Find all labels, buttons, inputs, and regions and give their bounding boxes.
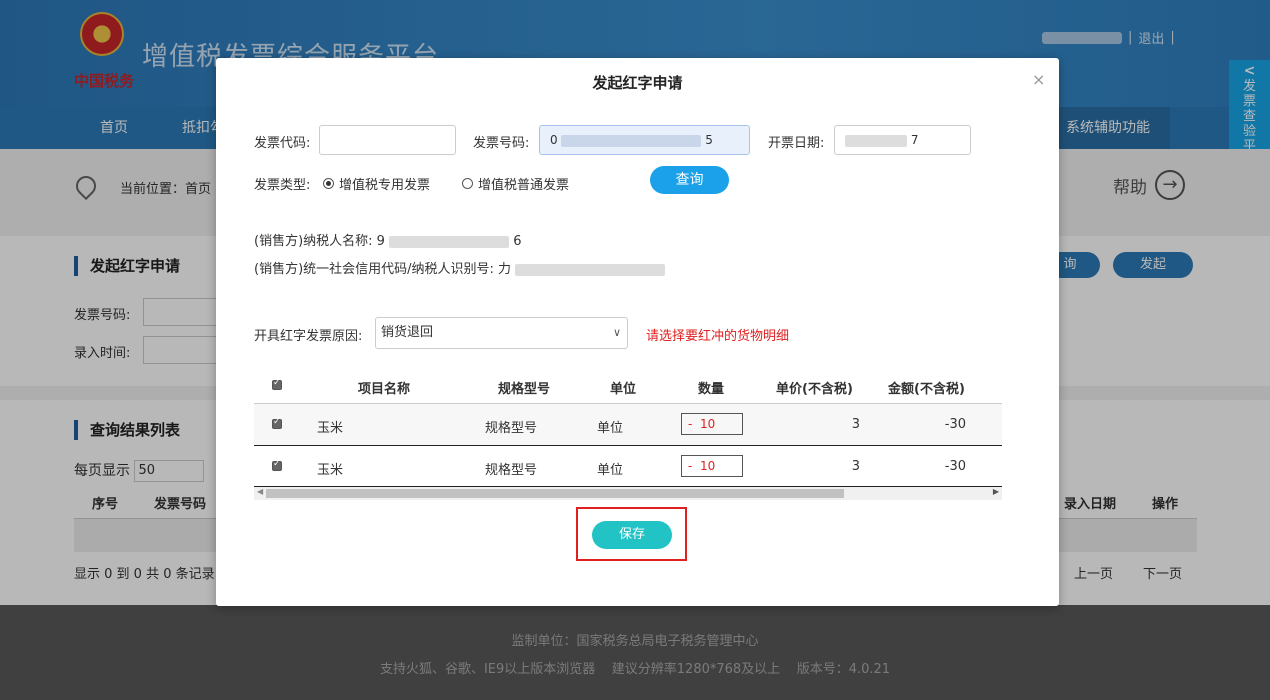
quantity-input[interactable]: - 10 xyxy=(681,455,743,477)
col-spec: 规格型号 xyxy=(498,382,551,397)
horizontal-scrollbar[interactable]: ◀ ▶ xyxy=(254,487,1002,500)
close-icon[interactable]: × xyxy=(1032,70,1045,89)
invoice-type-label: 发票类型: xyxy=(254,178,311,193)
select-goods-hint: 请选择要红冲的货物明细 xyxy=(646,329,790,344)
col-item-name: 项目名称 xyxy=(358,382,411,397)
seller-name-head: 9 xyxy=(376,234,385,249)
invoice-date-label: 开票日期: xyxy=(768,136,825,151)
col-unit: 单位 xyxy=(610,382,637,397)
scroll-right-icon[interactable]: ▶ xyxy=(993,487,999,496)
query-button[interactable]: 查询 xyxy=(650,166,729,194)
save-button[interactable]: 保存 xyxy=(592,521,672,549)
cell-amount: -30 xyxy=(944,459,966,474)
radio-special-invoice[interactable]: 增值税专用发票 xyxy=(323,174,430,193)
invoice-no-label: 发票号码: xyxy=(473,136,530,151)
dialog-title: 发起红字申请 xyxy=(592,74,683,92)
reason-label: 开具红字发票原因: xyxy=(254,329,363,344)
invoice-no-input[interactable]: 0 5 xyxy=(539,125,750,155)
invoice-code-label: 发票代码: xyxy=(254,136,311,151)
radio-label: 增值税专用发票 xyxy=(339,178,431,193)
seller-name: (销售方)纳税人名称: 9 6 xyxy=(254,230,522,249)
seller-tax-id: (销售方)统一社会信用代码/纳税人识别号: 力 xyxy=(254,258,666,277)
cell-unit-price: 3 xyxy=(851,459,860,474)
table-row: 玉米 规格型号 单位 - 10 3 -30 xyxy=(254,445,1002,487)
radio-unchecked-icon xyxy=(462,178,473,189)
select-all-checkbox[interactable] xyxy=(272,378,282,390)
table-row: 玉米 规格型号 单位 - 10 3 -30 xyxy=(254,403,1002,445)
cell-amount: -30 xyxy=(944,417,966,432)
col-qty: 数量 xyxy=(698,382,725,397)
reason-select[interactable]: 销货退回 ∨ xyxy=(375,317,628,349)
goods-table: 项目名称 规格型号 单位 数量 单价(不含税) 金额(不含税) 玉米 规格型号 … xyxy=(254,369,1002,501)
cell-unit: 单位 xyxy=(597,421,624,436)
invoice-no-tail: 5 xyxy=(705,133,713,147)
radio-normal-invoice[interactable]: 增值税普通发票 xyxy=(462,174,569,193)
scrollbar-thumb[interactable] xyxy=(266,489,844,498)
radio-label: 增值税普通发票 xyxy=(478,178,570,193)
cell-item-name: 玉米 xyxy=(317,463,344,478)
invoice-no-head: 0 xyxy=(550,133,558,147)
seller-name-masked xyxy=(389,235,510,248)
scroll-left-icon[interactable]: ◀ xyxy=(257,487,263,496)
col-unit-price: 单价(不含税) xyxy=(776,382,853,397)
start-red-invoice-dialog: 发起红字申请 × 发票代码: 发票号码: 0 5 开票日期: 7 发票类型: 增… xyxy=(216,58,1059,606)
invoice-date-input[interactable]: 7 xyxy=(834,125,971,155)
seller-id-masked xyxy=(515,263,666,276)
row-checkbox[interactable] xyxy=(272,417,282,429)
cell-unit: 单位 xyxy=(597,463,624,478)
chevron-down-icon: ∨ xyxy=(612,326,621,339)
invoice-no-masked xyxy=(561,134,702,147)
invoice-date-tail: 7 xyxy=(910,133,919,147)
row-checkbox[interactable] xyxy=(272,459,282,471)
invoice-date-masked xyxy=(845,134,907,147)
cell-item-name: 玉米 xyxy=(317,421,344,436)
cell-spec: 规格型号 xyxy=(485,421,538,436)
seller-id-label: (销售方)统一社会信用代码/纳税人识别号: xyxy=(254,262,494,277)
cell-unit-price: 3 xyxy=(851,417,860,432)
seller-id-head: 力 xyxy=(498,262,512,277)
invoice-code-input[interactable] xyxy=(319,125,456,155)
col-amount: 金额(不含税) xyxy=(888,382,965,397)
quantity-input[interactable]: - 10 xyxy=(681,413,743,435)
seller-name-tail: 6 xyxy=(513,234,522,249)
seller-name-label: (销售方)纳税人名称: xyxy=(254,234,373,249)
radio-checked-icon xyxy=(323,178,334,189)
reason-value: 销货退回 xyxy=(381,325,434,340)
cell-spec: 规格型号 xyxy=(485,463,538,478)
